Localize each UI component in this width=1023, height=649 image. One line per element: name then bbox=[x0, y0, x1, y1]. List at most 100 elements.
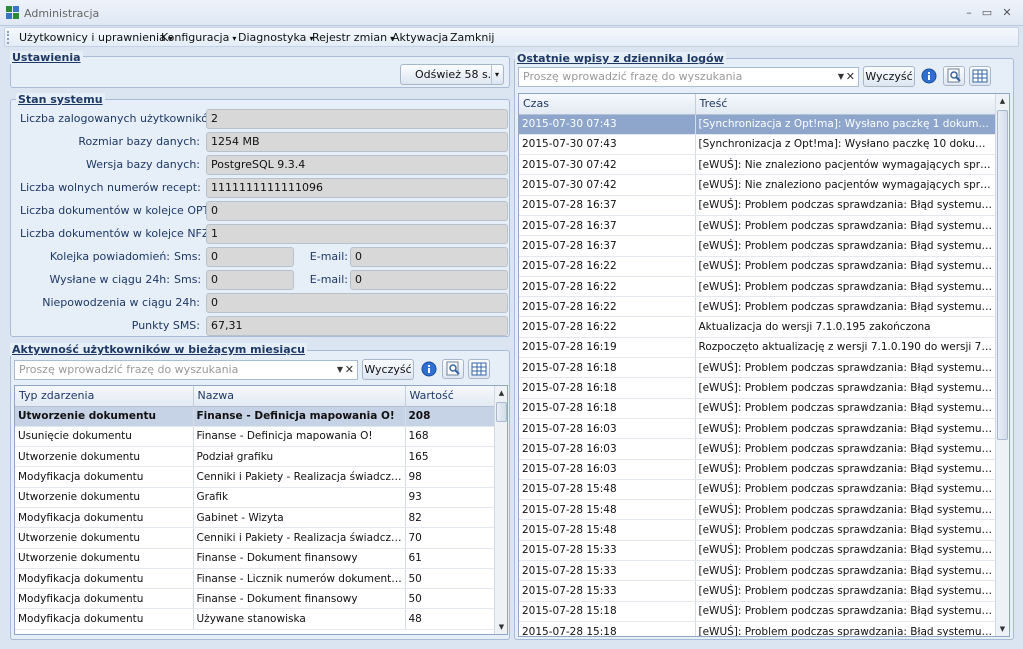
cell-time: 2015-07-28 15:33 bbox=[519, 580, 696, 602]
table-row[interactable]: 2015-07-28 15:33 [eWUŚ]: Problem podczas … bbox=[519, 560, 996, 582]
table-row[interactable]: 2015-07-28 16:22 [eWUŚ]: Problem podczas … bbox=[519, 256, 996, 277]
grid-layout-icon[interactable] bbox=[969, 66, 991, 86]
scroll-down-icon[interactable]: ▼ bbox=[495, 620, 507, 634]
cell-value: 61 bbox=[405, 548, 496, 569]
menu-users[interactable]: Użytkownicy i uprawnienia ▾ bbox=[19, 30, 173, 46]
activity-scrollbar[interactable]: ▲ ▼ bbox=[494, 386, 507, 634]
table-row[interactable]: 2015-07-28 15:18 [eWUŚ]: Problem podczas … bbox=[519, 601, 996, 622]
table-row[interactable]: 2015-07-28 15:33 [eWUŚ]: Problem podczas … bbox=[519, 580, 996, 602]
table-row[interactable]: 2015-07-28 16:03 [eWUŚ]: Problem podczas … bbox=[519, 438, 996, 460]
table-row[interactable]: Utworzenie dokumentu Finanse - Dokument f… bbox=[15, 548, 496, 569]
cell-time: 2015-07-28 16:37 bbox=[519, 235, 696, 257]
column-header-event-type[interactable]: Typ zdarzenia bbox=[15, 386, 194, 407]
table-row[interactable]: 2015-07-28 16:37 [eWUŚ]: Problem podczas … bbox=[519, 215, 996, 237]
table-row[interactable]: 2015-07-28 16:18 [eWUŚ]: Problem podczas … bbox=[519, 357, 996, 379]
chevron-down-icon[interactable]: ▼ bbox=[337, 361, 343, 379]
cell-content: [eWUŚ]: Problem podczas sprawdzania: Błą… bbox=[695, 418, 996, 440]
table-row[interactable]: 2015-07-30 07:43 [Synchronizacja z Opt!ma… bbox=[519, 114, 996, 135]
cell-time: 2015-07-28 16:03 bbox=[519, 459, 696, 480]
chevron-down-icon: ▾ bbox=[232, 34, 237, 43]
logs-grid: Czas Treść 2015-07-30 07:43 [Synchronizac… bbox=[518, 93, 1010, 637]
scroll-thumb[interactable] bbox=[997, 110, 1008, 440]
column-header-time[interactable]: Czas bbox=[519, 94, 696, 115]
table-row[interactable]: Usunięcie dokumentu Finanse - Definicja m… bbox=[15, 426, 496, 448]
maximize-button[interactable]: ▭ bbox=[978, 5, 996, 21]
table-row[interactable]: 2015-07-28 16:22 [eWUŚ]: Problem podczas … bbox=[519, 296, 996, 318]
menu-grip bbox=[7, 31, 10, 44]
db-version-field: PostgreSQL 9.3.4 bbox=[206, 155, 508, 175]
menu-change-log[interactable]: Rejestr zmian ▾ bbox=[312, 30, 394, 46]
table-row[interactable]: Utworzenie dokumentu Grafik 93 bbox=[15, 487, 496, 508]
column-header-value[interactable]: Wartość bbox=[405, 386, 496, 407]
table-row[interactable]: 2015-07-28 15:48 [eWUŚ]: Problem podczas … bbox=[519, 519, 996, 541]
logs-search-input[interactable]: Proszę wprowadzić frazę do wyszukania ▼ … bbox=[518, 67, 859, 87]
cell-time: 2015-07-30 07:43 bbox=[519, 114, 696, 135]
cell-event-type: Modyfikacja dokumentu bbox=[15, 466, 194, 488]
scroll-up-icon[interactable]: ▲ bbox=[495, 386, 507, 400]
info-icon[interactable] bbox=[918, 66, 940, 86]
cell-content: [eWUŚ]: Problem podczas sprawdzania: Błą… bbox=[695, 398, 996, 419]
table-row[interactable]: Modyfikacja dokumentu Finanse - Licznik n… bbox=[15, 568, 496, 590]
table-row[interactable]: Modyfikacja dokumentu Cenniki i Pakiety -… bbox=[15, 466, 496, 488]
cell-time: 2015-07-28 15:48 bbox=[519, 499, 696, 521]
cell-time: 2015-07-28 16:03 bbox=[519, 418, 696, 440]
scroll-up-icon[interactable]: ▲ bbox=[996, 94, 1009, 108]
table-row[interactable]: 2015-07-30 07:42 [eWUŚ]: Nie znaleziono p… bbox=[519, 174, 996, 196]
activity-search-input[interactable]: Proszę wprowadzić frazę do wyszukania ▼ … bbox=[14, 360, 358, 380]
table-row[interactable]: 2015-07-28 15:33 [eWUŚ]: Problem podczas … bbox=[519, 540, 996, 562]
cell-value: 208 bbox=[405, 406, 496, 427]
minimize-button[interactable]: – bbox=[960, 5, 978, 21]
column-header-content[interactable]: Treść bbox=[695, 94, 996, 115]
table-row[interactable]: 2015-07-28 16:03 [eWUŚ]: Problem podczas … bbox=[519, 418, 996, 440]
scroll-down-icon[interactable]: ▼ bbox=[996, 622, 1009, 636]
clear-search-icon[interactable]: ✕ bbox=[846, 68, 855, 86]
cell-content: [Synchronizacja z Opt!ma]: Wysłano paczk… bbox=[695, 134, 996, 156]
cell-content: [eWUŚ]: Problem podczas sprawdzania: Błą… bbox=[695, 296, 996, 318]
info-icon[interactable] bbox=[418, 359, 440, 379]
cell-value: 50 bbox=[405, 568, 496, 590]
search-settings-icon[interactable] bbox=[943, 66, 965, 86]
menu-bar: Użytkownicy i uprawnienia ▾ Konfiguracja ▾… bbox=[4, 27, 1019, 47]
table-row[interactable]: Modyfikacja dokumentu Używane stanowiska 4… bbox=[15, 608, 496, 630]
table-row[interactable]: Utworzenie dokumentu Podział grafiku 165 bbox=[15, 446, 496, 468]
table-row[interactable]: 2015-07-28 16:19 Rozpoczęto aktualizację … bbox=[519, 337, 996, 359]
table-row[interactable]: 2015-07-28 16:18 [eWUŚ]: Problem podczas … bbox=[519, 377, 996, 399]
column-header-name[interactable]: Nazwa bbox=[193, 386, 406, 407]
cell-content: Aktualizacja do wersji 7.1.0.195 zakończ… bbox=[695, 316, 996, 338]
menu-activation[interactable]: Aktywacja bbox=[392, 30, 448, 46]
table-row[interactable]: 2015-07-28 16:03 [eWUŚ]: Problem podczas … bbox=[519, 459, 996, 480]
table-row[interactable]: 2015-07-28 15:18 [eWUŚ]: Problem podczas … bbox=[519, 621, 996, 636]
sent-email-label: E-mail: bbox=[309, 273, 348, 286]
cell-event-type: Modyfikacja dokumentu bbox=[15, 608, 194, 630]
chevron-down-icon[interactable]: ▼ bbox=[838, 68, 844, 86]
close-button[interactable]: ✕ bbox=[998, 5, 1016, 21]
table-row[interactable]: 2015-07-30 07:43 [Synchronizacja z Opt!ma… bbox=[519, 134, 996, 156]
menu-configuration[interactable]: Konfiguracja ▾ bbox=[161, 30, 236, 46]
table-row[interactable]: 2015-07-28 16:37 [eWUŚ]: Problem podczas … bbox=[519, 195, 996, 216]
cell-time: 2015-07-28 15:18 bbox=[519, 601, 696, 622]
logs-scrollbar[interactable]: ▲ ▼ bbox=[995, 94, 1009, 636]
cell-value: 50 bbox=[405, 588, 496, 610]
table-row[interactable]: Utworzenie dokumentu Cenniki i Pakiety - … bbox=[15, 527, 496, 549]
table-row[interactable]: 2015-07-30 07:42 [eWUŚ]: Nie znaleziono p… bbox=[519, 154, 996, 176]
refresh-button[interactable]: Odśwież 58 s. ▾ bbox=[400, 64, 504, 85]
activity-title: Aktywność użytkowników w bieżącym miesią… bbox=[10, 343, 307, 356]
table-row[interactable]: 2015-07-28 16:37 [eWUŚ]: Problem podczas … bbox=[519, 235, 996, 257]
clear-search-icon[interactable]: ✕ bbox=[345, 361, 354, 379]
table-row[interactable]: 2015-07-28 16:18 [eWUŚ]: Problem podczas … bbox=[519, 398, 996, 419]
table-row[interactable]: 2015-07-28 15:48 [eWUŚ]: Problem podczas … bbox=[519, 479, 996, 501]
menu-diagnostics[interactable]: Diagnostyka ▾ bbox=[238, 30, 313, 46]
table-row[interactable]: Modyfikacja dokumentu Finanse - Dokument … bbox=[15, 588, 496, 610]
table-row[interactable]: Modyfikacja dokumentu Gabinet - Wizyta 82 bbox=[15, 507, 496, 529]
activity-clear-button[interactable]: Wyczyść bbox=[362, 359, 414, 380]
search-settings-icon[interactable] bbox=[442, 359, 464, 379]
scroll-thumb[interactable] bbox=[496, 402, 507, 422]
table-row[interactable]: 2015-07-28 16:22 [eWUŚ]: Problem podczas … bbox=[519, 276, 996, 298]
table-row[interactable]: 2015-07-28 15:48 [eWUŚ]: Problem podczas … bbox=[519, 499, 996, 521]
menu-close[interactable]: Zamknij bbox=[450, 30, 494, 46]
grid-layout-icon[interactable] bbox=[468, 359, 490, 379]
table-row[interactable]: Utworzenie dokumentu Finanse - Definicja … bbox=[15, 406, 496, 427]
cell-time: 2015-07-28 16:18 bbox=[519, 377, 696, 399]
logs-clear-button[interactable]: Wyczyść bbox=[863, 66, 915, 87]
table-row[interactable]: 2015-07-28 16:22 Aktualizacja do wersji 7… bbox=[519, 316, 996, 338]
